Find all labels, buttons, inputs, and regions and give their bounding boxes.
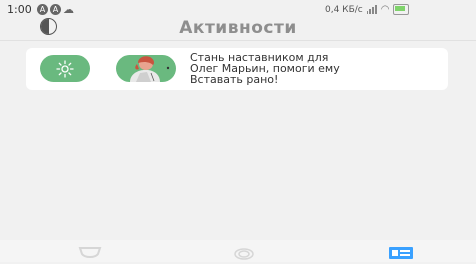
header-divider bbox=[0, 40, 476, 41]
ring-icon bbox=[234, 248, 254, 260]
activity-card[interactable]: Стань наставником для Олег Марьин, помог… bbox=[26, 48, 448, 90]
nav-item-awards[interactable] bbox=[78, 245, 102, 264]
page-title: Активности bbox=[179, 18, 297, 38]
activity-icon bbox=[389, 247, 413, 259]
activity-text-line: Вставать рано! bbox=[190, 73, 279, 86]
app-header: Активности bbox=[0, 6, 476, 38]
avatar-illustration bbox=[130, 56, 170, 82]
avatar[interactable] bbox=[116, 55, 176, 82]
activity-description: Стань наставником для Олег Марьин, помог… bbox=[190, 52, 440, 85]
nav-item-activities[interactable] bbox=[388, 245, 414, 264]
sun-icon bbox=[56, 60, 74, 78]
sun-badge bbox=[40, 55, 90, 82]
award-icon bbox=[78, 247, 102, 258]
bottom-nav bbox=[0, 240, 476, 262]
nav-item-goals[interactable] bbox=[232, 245, 256, 264]
